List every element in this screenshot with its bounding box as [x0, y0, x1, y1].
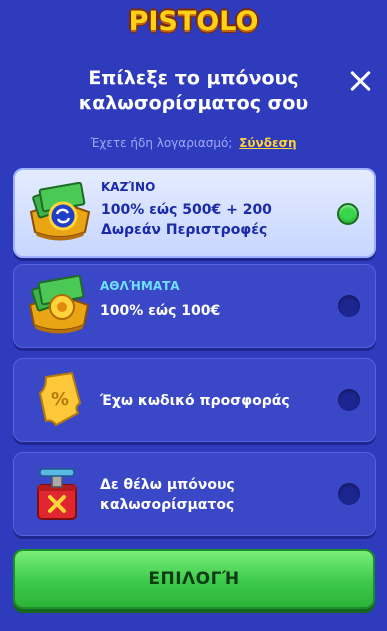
sports-cash-icon — [26, 274, 92, 335]
option-description-line1: 100% εώς 500€ + 200 — [101, 202, 272, 218]
bonus-option-promo-code[interactable]: % Έχω κωδικό προσφοράς — [13, 358, 376, 442]
option-category: ΑΘΛΉΜΑΤΑ — [100, 279, 180, 293]
svg-text:%: % — [51, 389, 69, 410]
no-bonus-text: Δε θέλω μπόνους καλωσορίσματος — [100, 475, 329, 515]
title-line-1: Επίλεξε το μπόνους — [88, 67, 299, 89]
bonus-option-no-bonus[interactable]: Δε θέλω μπόνους καλωσορίσματος — [13, 452, 376, 536]
page-title: Επίλεξε το μπόνους καλωσορίσματος σου — [40, 66, 347, 116]
sports-text: ΑΘΛΉΜΑΤΑ 100% εώς 100€ — [100, 279, 329, 321]
close-icon[interactable] — [347, 68, 373, 94]
login-link[interactable]: Σύνδεση — [239, 136, 296, 150]
title-line-2: καλωσορίσματος σου — [78, 92, 309, 114]
select-button[interactable]: ΕΠΙΛΟΓΉ — [13, 549, 375, 609]
login-row: Έχετε ήδη λογαριασμό; Σύνδεση — [0, 136, 387, 150]
radio-selected[interactable] — [337, 203, 359, 225]
login-question: Έχετε ήδη λογαριασμό; — [90, 136, 233, 150]
option-description-line1: 100% εώς 100€ — [100, 303, 221, 319]
option-description-line1: Δε θέλω μπόνους — [100, 477, 235, 493]
logo-text: PISTOLO — [128, 5, 259, 37]
bonus-option-sports[interactable]: ΑΘΛΉΜΑΤΑ 100% εώς 100€ — [13, 264, 376, 348]
radio-unselected[interactable] — [338, 295, 360, 317]
bonus-option-casino[interactable]: ΚΑΖΊΝΟ 100% εώς 500€ + 200 Δωρεάν Περιστ… — [13, 168, 376, 258]
no-bonus-box-icon — [26, 463, 92, 523]
option-description-line2: Δωρεάν Περιστροφές — [101, 222, 268, 238]
percent-ticket-icon: % — [26, 369, 92, 429]
option-description-line2: καλωσορίσματος — [100, 497, 235, 513]
casino-text: ΚΑΖΊΝΟ 100% εώς 500€ + 200 Δωρεάν Περιστ… — [101, 180, 328, 240]
option-description-line1: Έχω κωδικό προσφοράς — [100, 393, 290, 409]
promo-text: Έχω κωδικό προσφοράς — [100, 391, 329, 411]
brand-logo: PISTOLO — [0, 2, 387, 40]
radio-unselected[interactable] — [338, 389, 360, 411]
option-category: ΚΑΖΊΝΟ — [101, 180, 156, 194]
casino-cash-icon — [27, 181, 93, 242]
radio-unselected[interactable] — [338, 483, 360, 505]
